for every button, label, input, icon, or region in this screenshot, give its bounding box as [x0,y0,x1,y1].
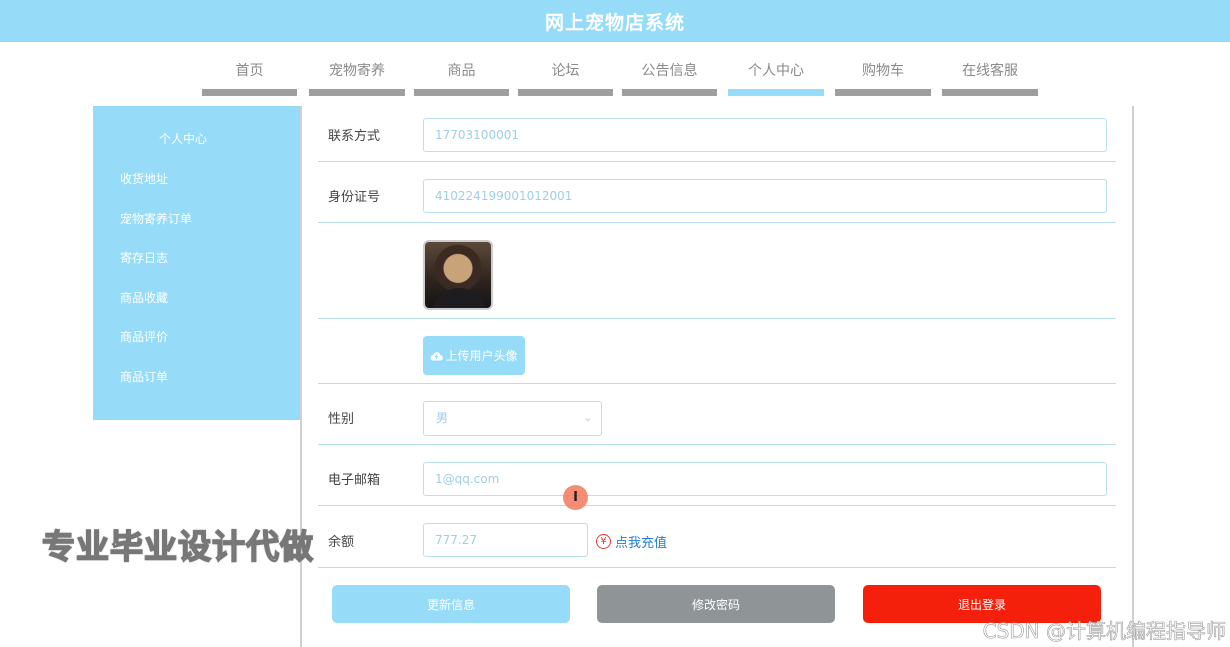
cloud-upload-icon [430,351,444,361]
chevron-down-icon: ⌄ [583,413,592,424]
text-cursor-icon: I [563,485,588,510]
gender-value: 男 [436,411,449,425]
sidebar: 个人中心 收货地址 宠物寄养订单 寄存日志 商品收藏 商品评价 商品订单 [93,106,301,420]
balance-label: 余额 [328,535,355,550]
nav-underline [414,89,509,96]
nav-label: 公告信息 [641,63,698,79]
upload-avatar-label: 上传用户头像 [445,349,518,363]
ad-overlay-text: 专业毕业设计代做 [41,526,314,567]
nav-announcements[interactable]: 公告信息 [622,56,717,98]
nav-personal-center[interactable]: 个人中心 [728,56,824,98]
sidebar-item-orders[interactable]: 商品订单 [120,368,168,385]
nav-pet-boarding[interactable]: 宠物寄养 [309,56,405,98]
main-nav: 首页 宠物寄养 商品 论坛 公告信息 个人中心 购物车 在线客服 [0,56,1230,98]
nav-label: 购物车 [862,63,904,79]
nav-home[interactable]: 首页 [202,56,297,98]
site-title: 网上宠物店系统 [544,11,685,34]
nav-underline [942,89,1038,96]
nav-label: 在线客服 [962,63,1018,79]
nav-underline [309,89,405,96]
upload-avatar-button[interactable]: 上传用户头像 [423,336,525,375]
nav-label: 宠物寄养 [329,63,385,79]
watermark: CSDN @计算机编程指导师 [982,619,1226,644]
user-avatar [423,240,493,310]
row-divider [318,318,1116,319]
sidebar-title: 个人中心 [158,132,207,146]
update-info-button[interactable]: 更新信息 [332,585,570,623]
sidebar-item-boarding-orders[interactable]: 宠物寄养订单 [120,210,192,227]
change-password-button[interactable]: 修改密码 [597,585,835,623]
sidebar-item-favorites[interactable]: 商品收藏 [120,289,168,306]
avatar-figure [431,288,487,308]
recharge-link[interactable]: ¥ 点我充值 [596,532,667,551]
header-bar: 网上宠物店系统 [0,0,1230,42]
row-divider [318,505,1116,506]
idcard-label: 身份证号 [328,190,381,205]
nav-underline-active [728,89,824,96]
nav-products[interactable]: 商品 [414,56,509,98]
yen-icon: ¥ [596,534,611,549]
sidebar-item-reviews[interactable]: 商品评价 [120,328,168,345]
row-divider [318,567,1116,568]
nav-forum[interactable]: 论坛 [518,56,613,98]
sidebar-item-storage-log[interactable]: 寄存日志 [120,249,168,266]
balance-field[interactable]: 777.27 [423,523,588,557]
row-divider [318,222,1116,223]
gender-label: 性别 [328,412,355,427]
email-label: 电子邮箱 [328,473,381,488]
contact-label: 联系方式 [328,129,381,144]
row-divider [318,383,1116,384]
nav-label: 首页 [235,63,264,79]
idcard-field[interactable]: 410224199001012001 [423,179,1107,213]
gender-select[interactable]: 男 ⌄ [423,401,602,436]
nav-underline [622,89,717,96]
recharge-label: 点我充值 [615,536,668,551]
nav-underline [202,89,297,96]
contact-field[interactable]: 17703100001 [423,118,1107,152]
nav-underline [518,89,613,96]
row-divider [318,444,1116,445]
sidebar-item-address[interactable]: 收货地址 [120,170,168,187]
nav-label: 个人中心 [748,63,804,79]
email-field[interactable]: 1@qq.com [423,462,1107,496]
nav-label: 商品 [447,63,476,79]
nav-underline [835,89,931,96]
nav-online-service[interactable]: 在线客服 [942,56,1038,98]
nav-label: 论坛 [551,63,580,79]
row-divider [318,161,1116,162]
nav-cart[interactable]: 购物车 [835,56,931,98]
